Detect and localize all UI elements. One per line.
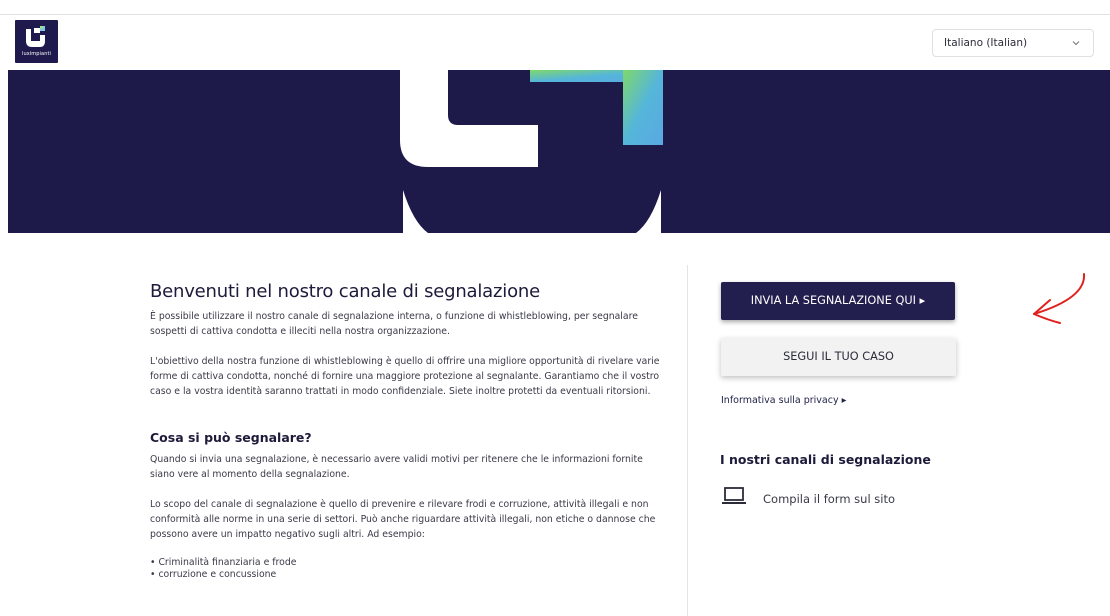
logo-mark-icon (26, 26, 45, 47)
intro-text: È possibile utilizzare il nostro canale … (150, 311, 638, 337)
page-title: Benvenuti nel nostro canale di segnalazi… (150, 281, 540, 302)
hero-banner (8, 70, 1110, 233)
laptop-icon (722, 487, 746, 504)
company-logo[interactable]: luximpianti (15, 20, 58, 63)
language-select[interactable]: Italiano (Italian) (932, 29, 1094, 57)
chevron-down-icon (1072, 41, 1080, 46)
follow-case-button[interactable]: SEGUI IL TUO CASO (721, 338, 956, 376)
channel-label: Compila il form sul sito (763, 492, 896, 506)
scope-text: Lo scopo del canale di segnalazione è qu… (150, 499, 656, 540)
examples-list: • Criminalità finanziaria e frode • corr… (150, 557, 670, 581)
list-item: • corruzione e concussione (150, 569, 277, 580)
submit-report-button[interactable]: INVIA LA SEGNALAZIONE QUI ▸ (721, 282, 955, 320)
what-to-report-text: Quando si invia una segnalazione, è nece… (150, 454, 643, 480)
logo-text: luximpianti (21, 51, 52, 57)
purpose-text: L'obiettivo della nostra funzione di whi… (150, 356, 660, 397)
list-item: • Criminalità finanziaria e frode (150, 557, 297, 568)
red-arrow-annotation (1033, 273, 1086, 324)
hero-logo-graphic (400, 70, 663, 233)
welcome-section: Benvenuti nel nostro canale di segnalazi… (150, 280, 670, 581)
channel-web-form[interactable]: Compila il form sul sito (721, 486, 921, 510)
what-to-report-heading: Cosa si può segnalare? (150, 430, 312, 445)
privacy-policy-link[interactable]: Informativa sulla privacy ▸ (721, 395, 846, 406)
channels-heading: I nostri canali di segnalazione (720, 452, 931, 467)
column-divider (687, 265, 688, 616)
top-header: luximpianti Italiano (Italian) (0, 14, 1110, 70)
language-value: Italiano (Italian) (944, 37, 1028, 49)
